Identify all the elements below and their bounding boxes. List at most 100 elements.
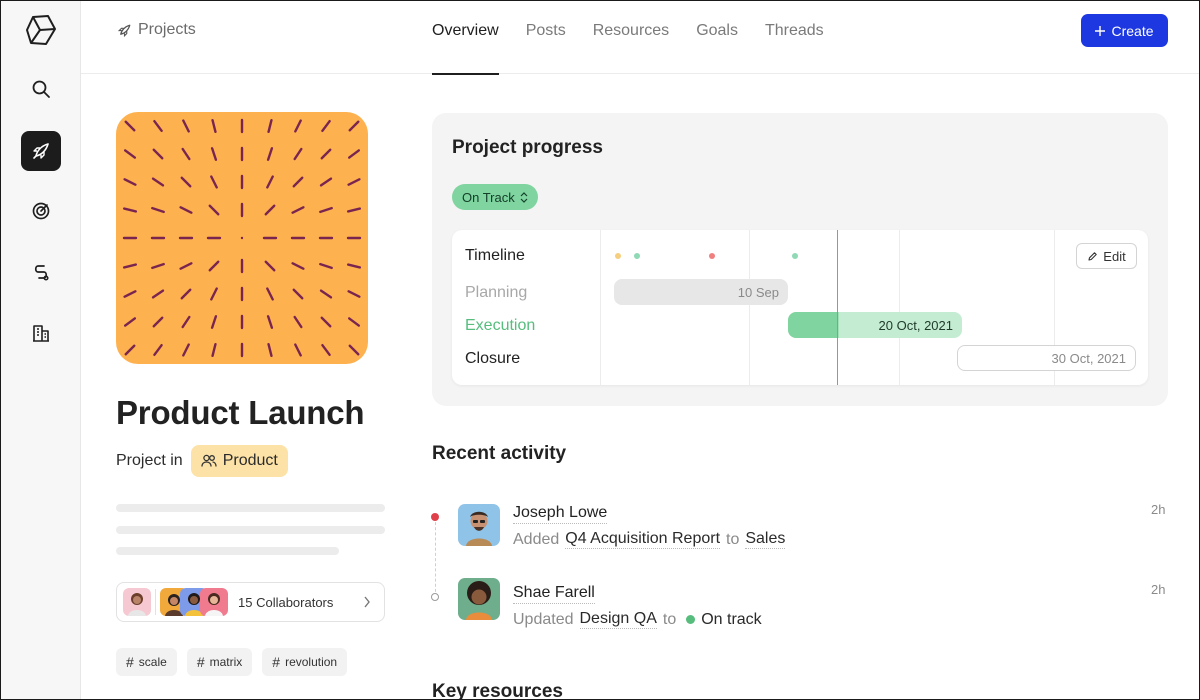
tag-chip[interactable]: # scale (116, 648, 177, 676)
description-placeholder-line (116, 526, 385, 534)
key-resources-title: Key resources (432, 681, 563, 700)
breadcrumb[interactable]: Projects (117, 21, 196, 39)
cover-dash (122, 263, 138, 269)
project-progress-card: Project progress On Track Timeline Edit … (432, 113, 1168, 406)
project-team-row: Project in Product (116, 445, 288, 477)
cover-dash (211, 342, 217, 358)
cover-dash (347, 317, 361, 327)
cover-dash (319, 289, 333, 299)
cover-dash (152, 316, 164, 328)
project-in-label: Project in (116, 452, 183, 469)
activity-target-link[interactable]: Sales (745, 530, 786, 549)
tag-chip[interactable]: # matrix (186, 648, 253, 676)
milestone-dot[interactable] (709, 253, 715, 259)
cover-dash (123, 149, 136, 159)
milestone-dot[interactable] (792, 253, 798, 259)
cover-dash (293, 315, 303, 329)
cover-dash (264, 260, 276, 272)
cover-dash (180, 288, 192, 300)
avatar[interactable] (458, 504, 500, 546)
top-header: Projects Overview Posts Resources Goals … (81, 1, 1199, 75)
cover-dash (266, 315, 274, 329)
breadcrumb-label: Projects (138, 21, 196, 38)
tab-threads[interactable]: Threads (765, 1, 824, 74)
project-title: Product Launch (116, 394, 365, 431)
cover-dash (347, 178, 361, 186)
search-icon (32, 80, 50, 98)
tag-list: # scale # matrix # revolution (116, 648, 348, 676)
plus-icon (1095, 25, 1106, 36)
hash-icon: # (196, 654, 205, 670)
cover-dash (180, 176, 192, 188)
tag-chip[interactable]: # revolution (262, 648, 348, 676)
rail-search-button[interactable] (21, 69, 61, 109)
edit-timeline-button[interactable]: Edit (1076, 243, 1137, 269)
tag-label: scale (138, 655, 167, 669)
cover-dash (267, 342, 273, 358)
cover-dash (208, 260, 220, 272)
execution-date: 20 Oct, 2021 (878, 317, 953, 333)
milestone-dot[interactable] (634, 253, 640, 259)
timeline-label: Timeline (465, 247, 525, 264)
closure-bar[interactable]: 30 Oct, 2021 (957, 345, 1136, 371)
tab-overview[interactable]: Overview (432, 1, 499, 75)
cover-dash (208, 204, 220, 216)
cover-dash (291, 262, 305, 270)
cover-dash (151, 289, 165, 299)
logo-icon[interactable] (24, 13, 58, 47)
avatar[interactable] (458, 578, 500, 620)
collaborator-avatar (200, 588, 228, 616)
activity-time: 2h (1151, 582, 1166, 597)
pencil-icon (1088, 251, 1098, 261)
timeline-gridline (749, 230, 750, 385)
activity-connector: to (662, 610, 677, 628)
target-icon (32, 202, 50, 220)
team-chip[interactable]: Product (190, 445, 288, 477)
activity-object-link[interactable]: Q4 Acquisition Report (565, 530, 721, 549)
cover-dash (211, 118, 217, 134)
rail-threads-button[interactable] (21, 252, 61, 292)
collaborators-label: 15 Collaborators (238, 594, 334, 610)
rocket-icon (33, 143, 49, 159)
milestone-dot[interactable] (615, 253, 621, 259)
tab-resources[interactable]: Resources (593, 1, 669, 74)
cover-dash (294, 343, 302, 357)
activity-user-name[interactable]: Joseph Lowe (513, 504, 608, 524)
cover-dash (124, 120, 136, 132)
team-chip-label: Product (222, 452, 278, 469)
tab-goals[interactable]: Goals (696, 1, 738, 74)
planning-date: 10 Sep (737, 284, 779, 300)
tab-posts[interactable]: Posts (526, 1, 566, 74)
cover-dash (151, 177, 165, 187)
cover-dash (292, 288, 304, 300)
cover-dash (153, 119, 163, 132)
tag-label: revolution (285, 655, 338, 669)
cover-dash (321, 343, 331, 357)
rail-projects-button[interactable] (21, 131, 61, 171)
phase-label-closure: Closure (465, 350, 521, 367)
chevron-right-icon (364, 596, 370, 608)
cover-dash (293, 147, 303, 161)
cover-dash (292, 176, 304, 188)
cover-dash (348, 120, 360, 132)
route-icon (34, 265, 49, 281)
cover-dash (321, 119, 331, 132)
cover-dash (124, 344, 136, 356)
rail-goals-button[interactable] (21, 191, 61, 231)
rail-company-button[interactable] (21, 313, 61, 353)
cover-dash (122, 207, 138, 213)
activity-time: 2h (1151, 502, 1166, 517)
collaborators-button[interactable]: 15 Collaborators (116, 582, 385, 622)
cover-dash (182, 343, 190, 357)
recent-activity-title: Recent activity (432, 443, 567, 464)
planning-bar[interactable]: 10 Sep (614, 279, 788, 305)
cover-dash (266, 175, 274, 189)
activity-object-link[interactable]: Design QA (579, 610, 657, 629)
cover-dash (153, 343, 163, 357)
execution-bar[interactable]: 20 Oct, 2021 (788, 312, 962, 338)
status-dropdown[interactable]: On Track (452, 184, 538, 210)
description-placeholder-line (116, 547, 339, 555)
activity-user-name[interactable]: Shae Farell (513, 584, 595, 604)
collaborators-divider (155, 589, 156, 615)
create-button[interactable]: Create (1081, 14, 1168, 47)
